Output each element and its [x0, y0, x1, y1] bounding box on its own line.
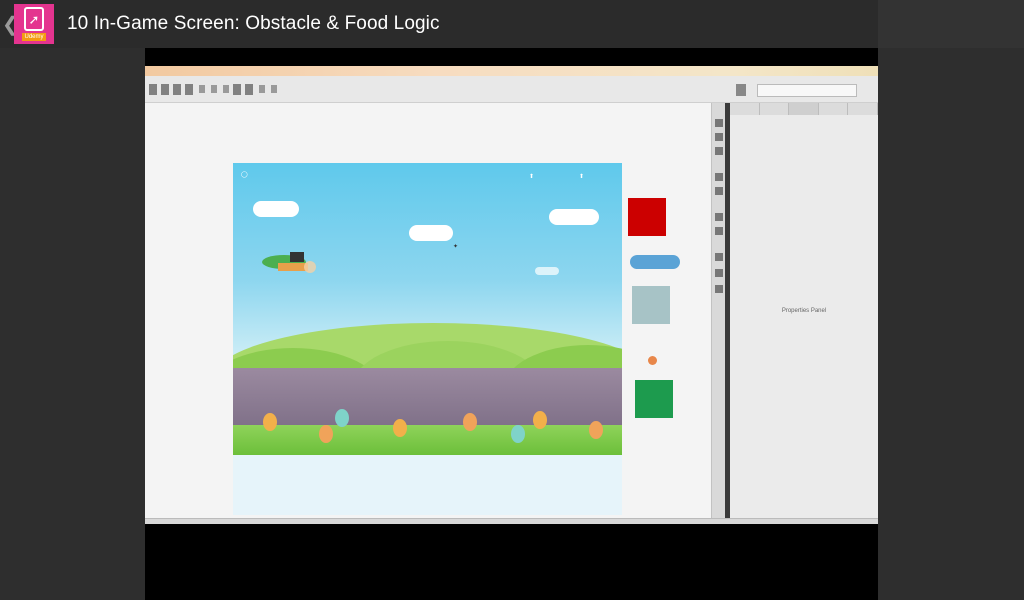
food-asset — [648, 356, 657, 365]
panel-tabs — [730, 103, 878, 115]
tool-icon — [715, 253, 723, 261]
ide-tools-strip — [711, 103, 726, 518]
ide-titlebar — [145, 66, 878, 76]
rocket-icon: ➚ — [24, 7, 44, 31]
panel-tab — [848, 103, 878, 115]
lock-icon — [736, 84, 746, 96]
ide-workspace: ◯ ⬆ ⬆ ✦ — [145, 103, 711, 518]
toolbar-icon — [149, 83, 157, 95]
stage-bottom-area — [233, 455, 622, 515]
tool-icon — [715, 269, 723, 277]
app-logo[interactable]: ➚ Udemy — [14, 4, 54, 44]
tool-icon — [715, 227, 723, 235]
toolbar-icon — [245, 83, 253, 95]
toolbar-icon — [185, 83, 193, 95]
city-skyline — [233, 368, 622, 428]
balloon — [263, 413, 277, 431]
tool-icon — [715, 187, 723, 195]
green-asset — [635, 380, 673, 418]
balloon — [335, 409, 349, 427]
cloud — [253, 201, 299, 217]
grass-ground — [233, 425, 622, 455]
panel-tab — [760, 103, 790, 115]
tool-icon — [715, 133, 723, 141]
toolbar-icon — [161, 83, 169, 95]
right-gutter — [878, 48, 1024, 600]
balloon — [533, 411, 547, 429]
toolbar-icon — [223, 85, 229, 93]
hud-marker: ◯ — [241, 172, 248, 178]
balloon — [589, 421, 603, 439]
toolbar-icon — [199, 85, 205, 93]
toolbar-icon — [173, 83, 181, 95]
hud-marker: ⬆ — [579, 174, 585, 180]
action-bar: ❮ ➚ Udemy 10 In-Game Screen: Obstacle & … — [0, 0, 878, 48]
tool-icon — [715, 285, 723, 293]
toolbar-icon — [259, 85, 265, 93]
toolbar-icon — [271, 85, 277, 93]
cloud-asset — [630, 255, 680, 269]
cloud — [549, 209, 599, 225]
toolbar-icon — [211, 85, 217, 93]
tool-icon — [715, 173, 723, 181]
back-chevron-icon[interactable]: ❮ — [2, 12, 19, 37]
lecture-title: 10 In-Game Screen: Obstacle & Food Logic — [67, 13, 440, 34]
panel-tab — [789, 103, 819, 115]
ide-dropdown — [757, 84, 857, 97]
obstacle-asset-red — [628, 198, 666, 236]
toolbar-icon — [233, 83, 241, 95]
ide-inspector-panel: Properties Panel — [730, 103, 878, 518]
gray-asset — [632, 286, 670, 324]
cloud — [535, 267, 559, 275]
cloud — [409, 225, 453, 241]
panel-tab — [730, 103, 760, 115]
player-plane — [262, 252, 316, 273]
panel-empty-text: Properties Panel — [781, 308, 827, 314]
ide-statusbar — [145, 518, 878, 524]
tool-icon — [715, 213, 723, 221]
food-item: ✦ — [453, 244, 459, 250]
game-stage: ◯ ⬆ ⬆ ✦ — [233, 163, 622, 455]
hud-marker: ⬆ — [529, 174, 535, 180]
balloon — [319, 425, 333, 443]
logo-brand: Udemy — [22, 33, 46, 41]
tool-icon — [715, 147, 723, 155]
panel-tab — [819, 103, 849, 115]
balloon — [463, 413, 477, 431]
action-bar-extension — [878, 0, 1024, 48]
asset-column — [626, 198, 686, 448]
video-frame-ide[interactable]: ◯ ⬆ ⬆ ✦ Properties Panel — [145, 66, 878, 524]
balloon — [511, 425, 525, 443]
left-gutter — [0, 48, 145, 600]
balloon — [393, 419, 407, 437]
tool-icon — [715, 119, 723, 127]
